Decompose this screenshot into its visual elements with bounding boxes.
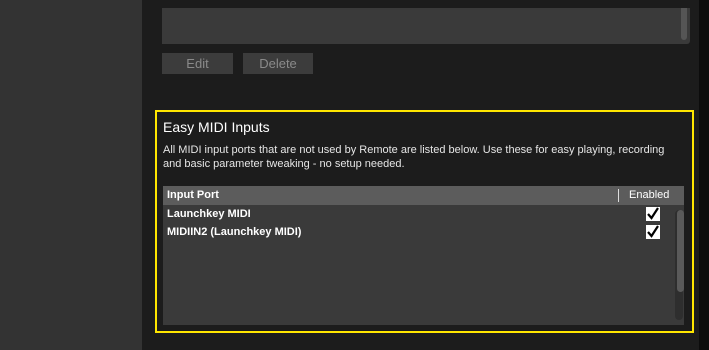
port-name: Launchkey MIDI: [167, 208, 251, 220]
enabled-checkbox[interactable]: [646, 207, 660, 221]
table-header: Input Port Enabled: [163, 186, 684, 205]
table-row[interactable]: Launchkey MIDI: [163, 207, 684, 221]
port-name: MIDIIN2 (Launchkey MIDI): [167, 226, 302, 238]
checkmark-icon: [647, 225, 659, 238]
edit-button[interactable]: Edit: [162, 53, 233, 74]
checkmark-icon: [647, 207, 659, 220]
section-title: Easy MIDI Inputs: [163, 119, 270, 135]
section-description: All MIDI input ports that are not used b…: [163, 144, 665, 170]
left-sidebar-panel: [0, 0, 142, 350]
column-header-input-port[interactable]: Input Port: [167, 189, 219, 201]
remote-devices-list[interactable]: [162, 8, 690, 44]
column-header-enabled[interactable]: Enabled: [629, 189, 669, 201]
table-scrollbar-thumb[interactable]: [677, 210, 684, 292]
table-row[interactable]: MIDIIN2 (Launchkey MIDI): [163, 225, 684, 239]
right-edge-strip: [699, 0, 709, 350]
input-ports-table: Input Port Enabled Launchkey MIDI MIDIIN…: [163, 186, 684, 325]
list-scrollbar[interactable]: [681, 8, 687, 40]
column-divider[interactable]: [618, 189, 619, 202]
delete-button[interactable]: Delete: [243, 53, 313, 74]
enabled-checkbox[interactable]: [646, 225, 660, 239]
